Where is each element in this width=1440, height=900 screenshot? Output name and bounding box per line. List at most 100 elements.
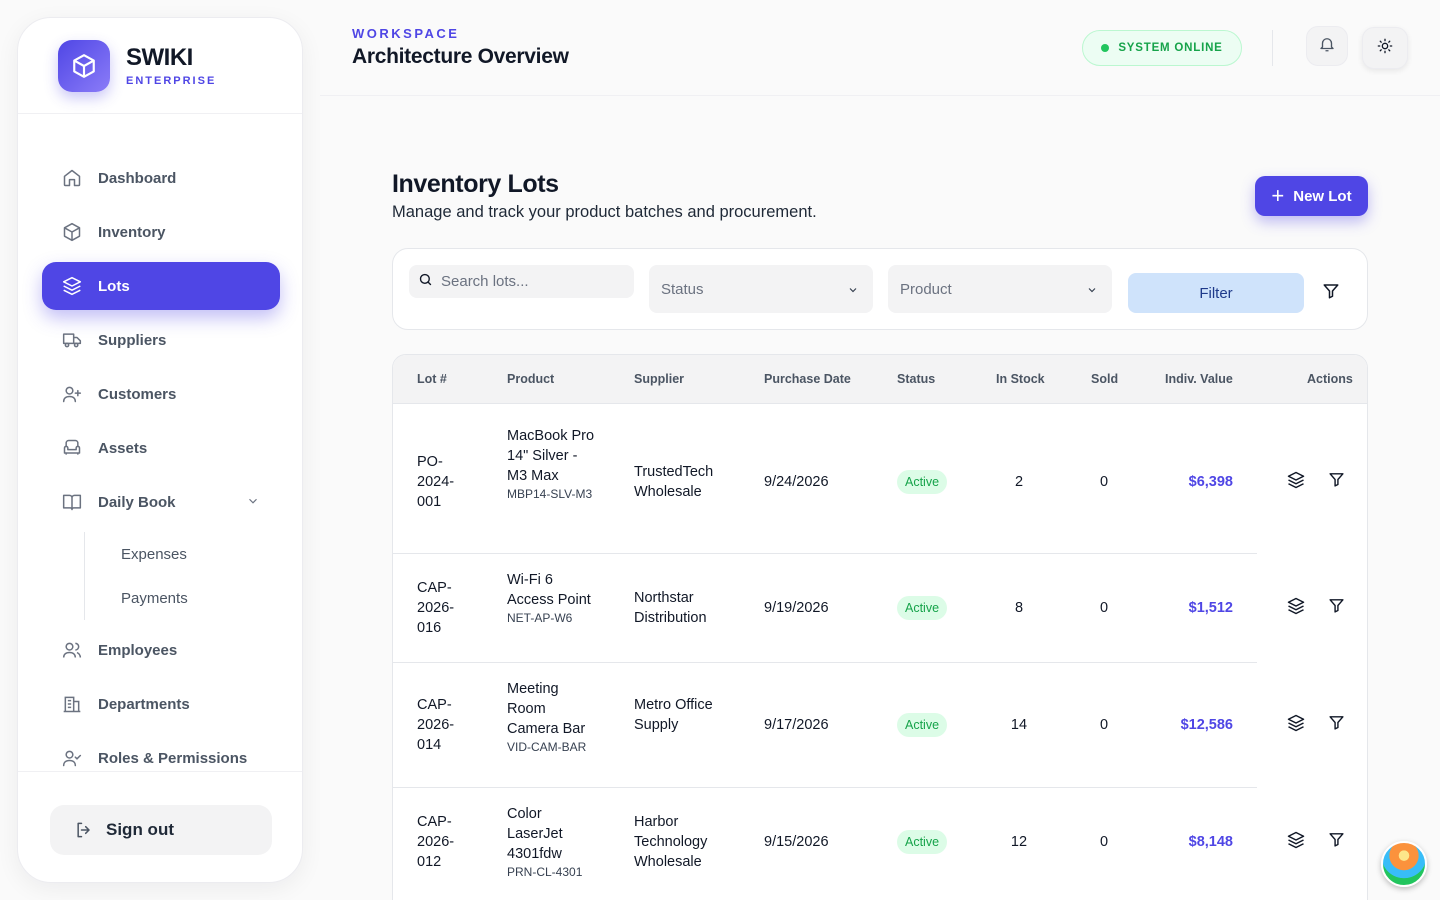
chevron-down-icon bbox=[246, 494, 260, 512]
column-header-purchase-date[interactable]: Purchase Date bbox=[764, 372, 851, 386]
table-row[interactable]: CAP-2026-012 Color LaserJet 4301fdw PRN-… bbox=[393, 788, 1367, 898]
search-input[interactable] bbox=[441, 273, 621, 290]
status-select[interactable]: Status bbox=[649, 265, 873, 313]
system-status-badge: SYSTEM ONLINE bbox=[1082, 30, 1242, 66]
lots-table: Lot # Product Supplier Purchase Date Sta… bbox=[392, 354, 1368, 900]
sold-count: 0 bbox=[1099, 834, 1109, 850]
sold-count: 0 bbox=[1099, 717, 1109, 733]
cube-logo-icon bbox=[58, 39, 110, 92]
sidebar-item-assets[interactable]: Assets bbox=[42, 424, 280, 472]
sidebar-item-label: Departments bbox=[98, 695, 190, 713]
table-row[interactable]: CAP-2026-014 Meeting Room Camera Bar VID… bbox=[393, 663, 1367, 788]
workspace-label: WORKSPACE bbox=[352, 26, 460, 41]
sidebar-item-lots[interactable]: Lots bbox=[42, 262, 280, 310]
status-badge: Active bbox=[897, 470, 948, 494]
view-batches-button[interactable] bbox=[1285, 831, 1307, 853]
in-stock-count: 14 bbox=[1010, 717, 1028, 733]
sidebar-item-dashboard[interactable]: Dashboard bbox=[42, 154, 280, 202]
box-icon bbox=[62, 222, 82, 242]
sidebar-item-label: Lots bbox=[98, 277, 130, 295]
sidebar-subitem-payments[interactable]: Payments bbox=[85, 576, 280, 620]
funnel-icon bbox=[1328, 597, 1345, 619]
sidebar-item-suppliers[interactable]: Suppliers bbox=[42, 316, 280, 364]
product-name: Meeting Room Camera Bar bbox=[507, 681, 586, 737]
sidebar-item-label: Assets bbox=[98, 439, 148, 457]
in-stock-count: 2 bbox=[1014, 474, 1024, 490]
search-box[interactable] bbox=[409, 265, 634, 298]
bell-icon bbox=[1318, 35, 1336, 58]
log-out-icon bbox=[74, 820, 94, 840]
view-batches-button[interactable] bbox=[1285, 471, 1307, 493]
in-stock-count: 12 bbox=[1010, 834, 1028, 850]
product-name: Wi-Fi 6 Access Point bbox=[507, 572, 591, 608]
layers-icon bbox=[1287, 831, 1305, 854]
supplier-name: Metro Office Supply bbox=[634, 697, 713, 733]
status-select-value: Status bbox=[661, 280, 704, 298]
table-header: Lot # Product Supplier Purchase Date Sta… bbox=[393, 355, 1367, 404]
column-header-lot[interactable]: Lot # bbox=[417, 372, 447, 386]
truck-icon bbox=[62, 330, 82, 350]
beach-avatar-icon[interactable] bbox=[1381, 841, 1427, 887]
top-header: WORKSPACE Architecture Overview SYSTEM O… bbox=[320, 0, 1440, 96]
layers-icon bbox=[1287, 471, 1305, 494]
sidebar-item-customers[interactable]: Customers bbox=[42, 370, 280, 418]
sold-count: 0 bbox=[1099, 600, 1109, 616]
filter-row-button[interactable] bbox=[1325, 597, 1347, 619]
sidebar-item-employees[interactable]: Employees bbox=[42, 626, 280, 674]
notifications-button[interactable] bbox=[1306, 26, 1348, 66]
book-icon bbox=[62, 492, 82, 512]
brand[interactable]: SWIKI ENTERPRISE bbox=[18, 18, 302, 114]
lot-number: PO-2024-001 bbox=[417, 454, 455, 510]
layers-icon bbox=[62, 276, 82, 296]
indiv-value: $1,512 bbox=[1188, 600, 1233, 616]
filter-row-button[interactable] bbox=[1325, 831, 1347, 853]
sidebar-footer: Sign out bbox=[18, 771, 302, 882]
system-status-label: SYSTEM ONLINE bbox=[1118, 42, 1223, 54]
supplier-name: Northstar Distribution bbox=[634, 590, 707, 626]
header-divider bbox=[1272, 30, 1273, 66]
clear-filter-button[interactable] bbox=[1317, 281, 1345, 305]
filter-button[interactable]: Filter bbox=[1128, 273, 1304, 313]
status-dot-icon bbox=[1101, 44, 1110, 52]
chevron-down-icon bbox=[847, 283, 859, 300]
product-select[interactable]: Product bbox=[888, 265, 1112, 313]
theme-toggle-button[interactable] bbox=[1362, 27, 1408, 69]
view-batches-button[interactable] bbox=[1285, 597, 1307, 619]
column-header-product[interactable]: Product bbox=[507, 372, 554, 386]
filter-row-button[interactable] bbox=[1325, 714, 1347, 736]
column-header-sold[interactable]: Sold bbox=[1091, 372, 1118, 386]
sidebar-item-label: Daily Book bbox=[98, 493, 176, 511]
filter-row-button[interactable] bbox=[1325, 471, 1347, 493]
user-plus-icon bbox=[62, 384, 82, 404]
sign-out-button[interactable]: Sign out bbox=[50, 805, 272, 855]
filter-bar: Status Product Filter bbox=[392, 248, 1368, 330]
page-subtitle: Manage and track your product batches an… bbox=[392, 203, 817, 221]
product-cell: Meeting Room Camera Bar VID-CAM-BAR bbox=[507, 679, 597, 755]
column-header-in-stock[interactable]: In Stock bbox=[996, 372, 1045, 386]
column-header-supplier[interactable]: Supplier bbox=[634, 372, 684, 386]
indiv-value: $6,398 bbox=[1188, 474, 1233, 490]
purchase-date: 9/24/2026 bbox=[764, 474, 829, 490]
sidebar-item-inventory[interactable]: Inventory bbox=[42, 208, 280, 256]
sidebar-item-departments[interactable]: Departments bbox=[42, 680, 280, 728]
sidebar: SWIKI ENTERPRISE Dashboard Inventory Lot… bbox=[17, 17, 303, 883]
new-lot-button[interactable]: + New Lot bbox=[1255, 176, 1368, 216]
sidebar-subitem-expenses[interactable]: Expenses bbox=[85, 532, 280, 576]
column-header-status[interactable]: Status bbox=[897, 372, 935, 386]
view-batches-button[interactable] bbox=[1285, 714, 1307, 736]
layers-icon bbox=[1287, 714, 1305, 737]
table-row[interactable]: PO-2024-001 MacBook Pro 14" Silver - M3 … bbox=[393, 404, 1367, 554]
page-title: Inventory Lots bbox=[392, 170, 559, 198]
column-header-indiv-value[interactable]: Indiv. Value bbox=[1165, 372, 1233, 386]
funnel-icon bbox=[1328, 831, 1345, 853]
product-name: MacBook Pro 14" Silver - M3 Max bbox=[507, 428, 595, 484]
plus-icon: + bbox=[1271, 183, 1285, 208]
funnel-icon bbox=[1328, 471, 1345, 493]
layers-icon bbox=[1287, 597, 1305, 620]
table-row[interactable]: CAP-2026-016 Wi-Fi 6 Access Point NET-AP… bbox=[393, 554, 1367, 663]
in-stock-count: 8 bbox=[1014, 600, 1024, 616]
lot-number: CAP-2026-016 bbox=[417, 580, 455, 636]
supplier-name: TrustedTech Wholesale bbox=[634, 464, 714, 500]
sidebar-item-daily-book[interactable]: Daily Book bbox=[42, 478, 280, 526]
purchase-date: 9/15/2026 bbox=[764, 834, 829, 850]
